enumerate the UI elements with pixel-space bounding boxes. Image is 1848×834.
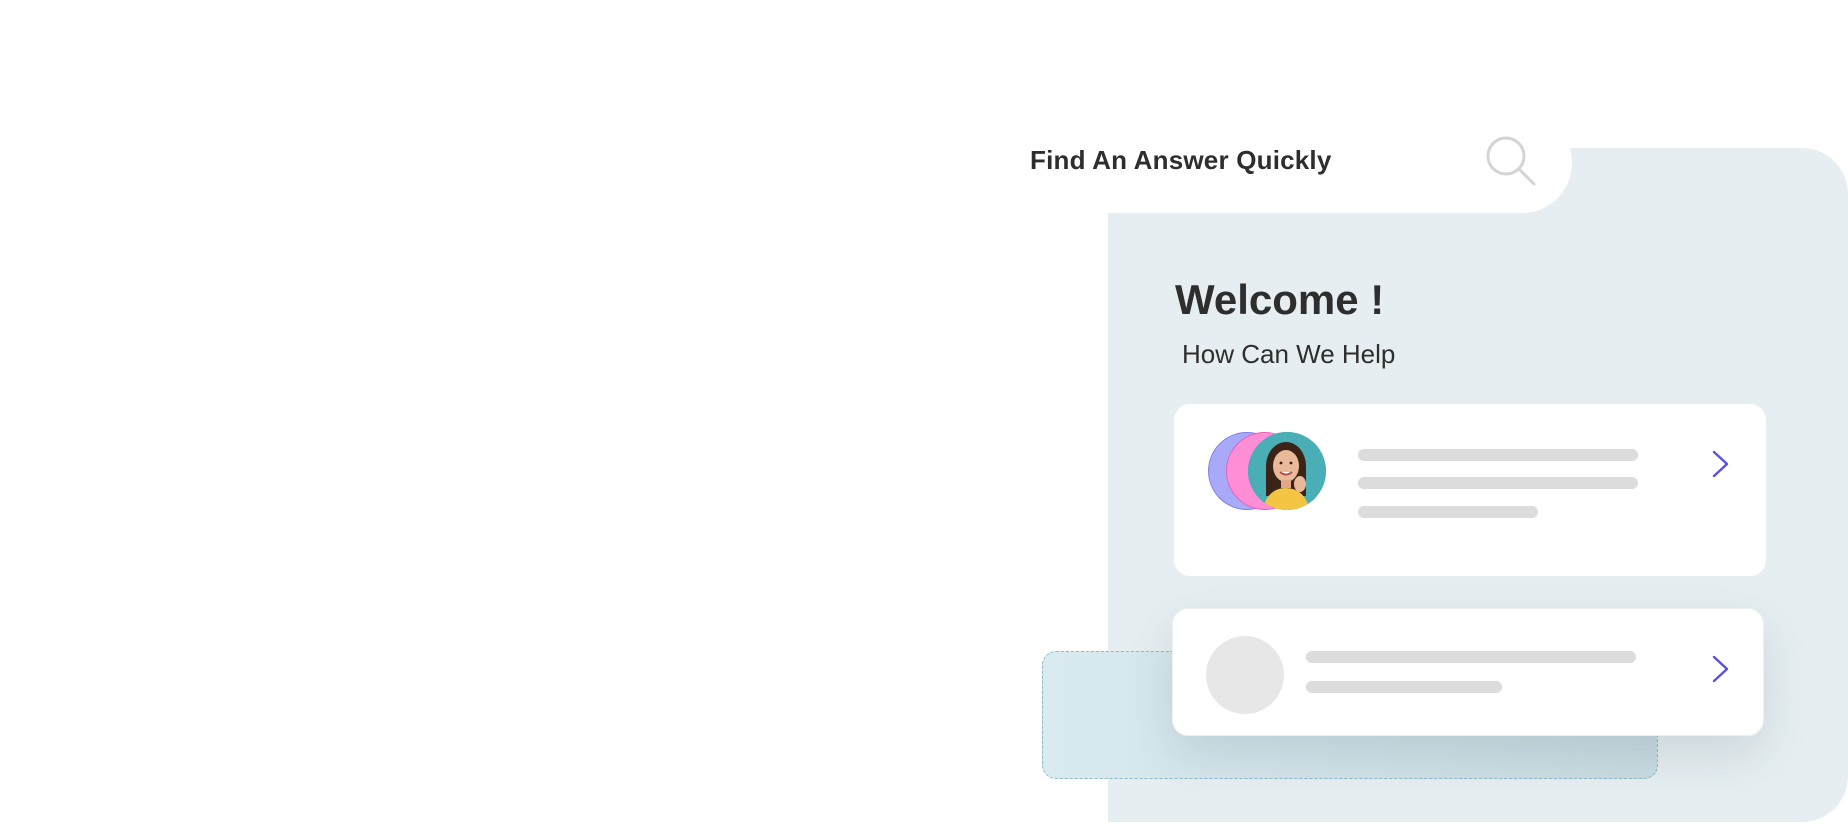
person-photo-icon bbox=[1248, 432, 1326, 510]
avatar-photo bbox=[1248, 432, 1326, 510]
avatar-placeholder bbox=[1206, 636, 1284, 714]
skeleton-line bbox=[1358, 506, 1538, 518]
chevron-right-icon[interactable] bbox=[1710, 654, 1732, 684]
welcome-title: Welcome ! bbox=[1175, 276, 1385, 323]
page-canvas: Find An Answer Quickly Welcome ! How Can… bbox=[0, 0, 1848, 834]
skeleton-line bbox=[1358, 449, 1638, 461]
search-title: Find An Answer Quickly bbox=[1030, 145, 1332, 175]
chevron-right-icon[interactable] bbox=[1710, 449, 1732, 479]
skeleton-line bbox=[1306, 681, 1502, 693]
skeleton-line bbox=[1306, 651, 1636, 663]
welcome-subtitle: How Can We Help bbox=[1182, 339, 1396, 369]
search-icon[interactable] bbox=[1484, 134, 1538, 188]
skeleton-line bbox=[1358, 477, 1638, 489]
